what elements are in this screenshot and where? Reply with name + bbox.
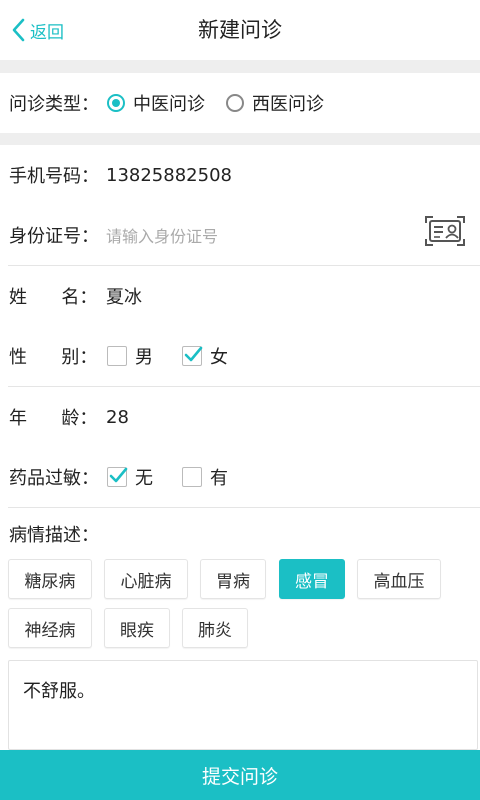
checkbox-label: 男: [135, 347, 153, 368]
gender-label: 性 别：: [9, 347, 98, 368]
radio-chinese-medicine[interactable]: 中医问诊: [107, 90, 205, 116]
tag-cold[interactable]: 感冒: [279, 559, 345, 599]
section-gap: [0, 60, 480, 73]
phone-label: 手机号码：: [9, 166, 99, 187]
consult-type-row: 问诊类型： 中医问诊 西医问诊: [0, 73, 480, 133]
header-bar: 返回 新建问诊: [0, 0, 480, 60]
allergy-row: 药品过敏： 无 有: [0, 447, 480, 507]
id-card-label: 身份证号：: [9, 226, 99, 247]
tag-neuropathy[interactable]: 神经病: [8, 608, 92, 648]
tag-pneumonia[interactable]: 肺炎: [182, 608, 248, 648]
phone-row: 手机号码： 13825882508: [0, 145, 480, 205]
condition-row: 病情描述：: [0, 512, 480, 556]
section-gap: [0, 133, 480, 145]
submit-consultation-button[interactable]: 提交问诊: [0, 750, 480, 800]
checkbox-empty-icon: [182, 467, 202, 487]
age-value[interactable]: 28: [106, 407, 129, 428]
condition-label: 病情描述：: [9, 525, 99, 546]
tag-diabetes[interactable]: 糖尿病: [8, 559, 92, 599]
radio-unselected-icon: [226, 94, 244, 112]
tag-eye-disease[interactable]: 眼疾: [104, 608, 170, 648]
id-card-input[interactable]: 请输入身份证号: [106, 223, 218, 247]
age-row: 年 龄： 28: [0, 387, 480, 447]
condition-description-input[interactable]: 不舒服。: [8, 660, 478, 750]
checkmark-icon: [182, 346, 203, 366]
checkbox-allergy-none[interactable]: 无: [107, 464, 153, 490]
divider: [8, 507, 480, 508]
age-label: 年 龄：: [9, 408, 98, 429]
checkbox-male[interactable]: 男: [107, 343, 153, 369]
name-row: 姓 名： 夏冰: [0, 266, 480, 326]
radio-western-medicine[interactable]: 西医问诊: [226, 90, 324, 116]
checkbox-label: 女: [210, 347, 228, 368]
radio-selected-icon: [107, 94, 125, 112]
id-card-row: 身份证号： 请输入身份证号: [0, 205, 480, 265]
tag-heart-disease[interactable]: 心脏病: [104, 559, 188, 599]
page-title: 新建问诊: [198, 18, 282, 42]
consult-type-label: 问诊类型：: [9, 94, 99, 115]
id-card-scan-icon[interactable]: [424, 214, 466, 248]
checkmark-icon: [107, 467, 128, 487]
gender-row: 性 别： 男 女: [0, 326, 480, 386]
tag-stomach-disease[interactable]: 胃病: [200, 559, 266, 599]
checkbox-female[interactable]: 女: [182, 343, 228, 369]
checkbox-empty-icon: [107, 346, 127, 366]
checkbox-label: 无: [135, 468, 153, 489]
checkbox-label: 有: [210, 468, 228, 489]
name-label: 姓 名：: [9, 287, 98, 308]
radio-label: 西医问诊: [252, 94, 324, 115]
allergy-label: 药品过敏：: [9, 468, 99, 489]
phone-value[interactable]: 13825882508: [106, 165, 232, 186]
tag-hypertension[interactable]: 高血压: [357, 559, 441, 599]
radio-label: 中医问诊: [133, 94, 205, 115]
name-value[interactable]: 夏冰: [106, 283, 142, 309]
checkbox-allergy-yes[interactable]: 有: [182, 464, 228, 490]
